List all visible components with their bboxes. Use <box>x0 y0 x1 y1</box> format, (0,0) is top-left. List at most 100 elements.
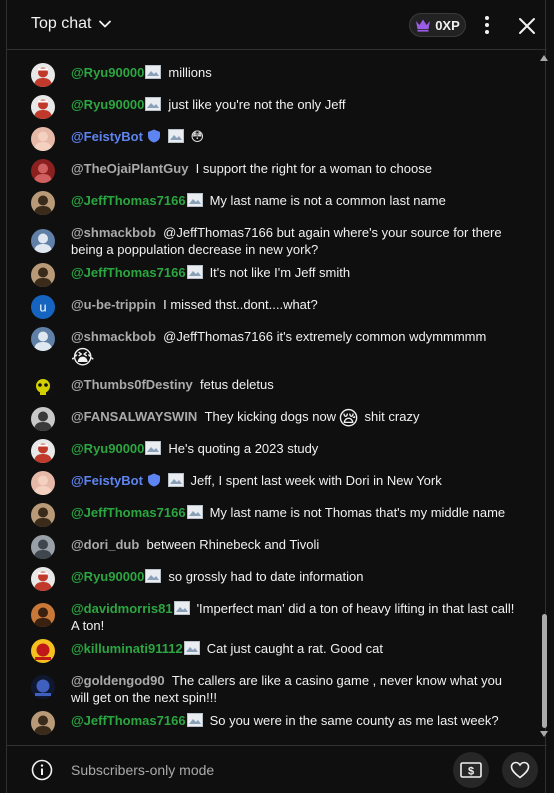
message-text: @JeffThomas7166 it's extremely common wd… <box>163 329 487 344</box>
message-text: I support the right for a woman to choos… <box>195 161 432 176</box>
message-content: @FeistyBot Jeff, I spent last week with … <box>71 472 521 489</box>
fighter-avatar-icon <box>31 63 55 87</box>
avatar[interactable] <box>31 603 55 627</box>
logo-avatar-icon <box>31 639 55 663</box>
xp-badge-button[interactable]: 0XP <box>409 13 466 37</box>
author-name[interactable]: @davidmorris81 <box>71 601 173 616</box>
dollar-ticket-icon: $ <box>460 762 482 778</box>
author-name[interactable]: @dori_dub <box>71 537 139 552</box>
member-badge-icon <box>186 713 203 727</box>
avatar[interactable] <box>31 407 55 431</box>
avatar[interactable] <box>31 535 55 559</box>
author-name[interactable]: @FANSALWAYSWIN <box>71 409 197 424</box>
chat-header: Top chat 0XP <box>7 0 547 50</box>
avatar[interactable] <box>31 229 55 253</box>
person-avatar-icon <box>31 191 55 215</box>
message-content: @davidmorris81 'Imperfect man' did a ton … <box>71 600 521 634</box>
author-name[interactable]: @JeffThomas7166 <box>71 713 186 728</box>
avatar[interactable] <box>31 375 55 399</box>
message-text: It's not like I'm Jeff smith <box>209 265 351 280</box>
person-avatar-icon <box>31 407 55 431</box>
svg-text:u: u <box>39 300 46 315</box>
more-options-button[interactable] <box>477 14 497 36</box>
message-content: @u-be-trippin I missed thst..dont....wha… <box>71 296 521 313</box>
svg-text:$: $ <box>468 766 474 778</box>
avatar[interactable] <box>31 63 55 87</box>
message-content: @killuminati91112 Cat just caught a rat. … <box>71 640 521 657</box>
author-name[interactable]: @TheOjaiPlantGuy <box>71 161 188 176</box>
message-content: @JeffThomas7166 So you were in the same c… <box>71 712 521 729</box>
message-content: @JeffThomas7166 My last name is not Thoma… <box>71 504 521 521</box>
message-content: @Ryu90000 so grossly had to date informat… <box>71 568 521 585</box>
member-badge-icon <box>186 505 203 519</box>
message-content: @TheOjaiPlantGuy I support the right for… <box>71 160 521 177</box>
avatar[interactable] <box>31 327 55 351</box>
avatar[interactable] <box>31 567 55 591</box>
message-text: so grossly had to date information <box>168 569 364 584</box>
person-avatar-icon <box>31 327 55 351</box>
author-name[interactable]: @FeistyBot <box>71 473 143 488</box>
message-content: @JeffThomas7166 It's not like I'm Jeff sm… <box>71 264 521 281</box>
info-icon[interactable] <box>31 759 53 781</box>
author-name[interactable]: @shmackbob <box>71 225 156 240</box>
close-icon[interactable] <box>516 15 538 37</box>
chat-message-list[interactable]: @Ryu90000 millions @Ryu90000 just like you'… <box>7 51 541 744</box>
message-content: @FeistyBot 😳 <box>71 128 521 145</box>
author-name[interactable]: @Ryu90000 <box>71 97 144 112</box>
author-name[interactable]: @u-be-trippin <box>71 297 156 312</box>
author-name[interactable]: @Ryu90000 <box>71 441 144 456</box>
letter-avatar-icon: u <box>31 295 55 319</box>
message-content: @shmackbob @JeffThomas7166 but again whe… <box>71 224 521 258</box>
message-content: @Ryu90000 He's quoting a 2023 study <box>71 440 521 457</box>
author-name[interactable]: @JeffThomas7166 <box>71 505 186 520</box>
skull-avatar-icon <box>31 375 55 399</box>
logo-avatar-icon <box>31 675 55 699</box>
avatar[interactable] <box>31 439 55 463</box>
message-text: just like you're not the only Jeff <box>168 97 346 112</box>
message-text: They kicking dogs now <box>204 409 337 424</box>
message-content: @JeffThomas7166 My last name is not a com… <box>71 192 521 209</box>
author-name[interactable]: @shmackbob <box>71 329 156 344</box>
author-name[interactable]: @FeistyBot <box>71 129 143 144</box>
avatar[interactable]: u <box>31 295 55 319</box>
author-name[interactable]: @JeffThomas7166 <box>71 193 186 208</box>
person-avatar-icon <box>31 127 55 151</box>
fighter-avatar-icon <box>31 567 55 591</box>
avatar[interactable] <box>31 471 55 495</box>
person-avatar-icon <box>31 159 55 183</box>
scroll-up-arrow-icon[interactable] <box>540 55 548 61</box>
heart-reaction-button[interactable] <box>502 752 538 788</box>
scrollbar-thumb[interactable] <box>542 614 547 728</box>
person-avatar-icon <box>31 471 55 495</box>
avatar[interactable] <box>31 639 55 663</box>
author-name[interactable]: @Ryu90000 <box>71 569 144 584</box>
avatar[interactable] <box>31 263 55 287</box>
avatar[interactable] <box>31 191 55 215</box>
moderator-shield-icon <box>147 473 160 487</box>
person-avatar-icon <box>31 711 55 735</box>
live-chat-panel: Top chat 0XP @Ryu90000 millions @Ryu90000 j… <box>6 0 548 793</box>
member-badge-icon <box>145 65 162 79</box>
chat-mode-selector[interactable]: Top chat <box>31 15 113 33</box>
kebab-dot <box>485 23 489 27</box>
chat-footer: Subscribers-only mode $ <box>7 745 547 793</box>
avatar[interactable] <box>31 711 55 735</box>
avatar[interactable] <box>31 127 55 151</box>
kebab-dot <box>485 30 489 34</box>
avatar[interactable] <box>31 675 55 699</box>
author-name[interactable]: @Thumbs0fDestiny <box>71 377 193 392</box>
scroll-down-arrow-icon[interactable] <box>540 731 548 737</box>
message-text: fetus deletus <box>199 377 274 392</box>
avatar[interactable] <box>31 95 55 119</box>
member-badge-icon <box>167 473 184 487</box>
avatar[interactable] <box>31 159 55 183</box>
author-name[interactable]: @killuminati91112 <box>71 641 183 656</box>
heart-icon <box>510 761 530 779</box>
avatar[interactable] <box>31 503 55 527</box>
author-name[interactable]: @JeffThomas7166 <box>71 265 186 280</box>
message-content: @shmackbob @JeffThomas7166 it's extremel… <box>71 328 521 371</box>
author-name[interactable]: @goldengod90 <box>71 673 165 688</box>
author-name[interactable]: @Ryu90000 <box>71 65 144 80</box>
chat-scrollbar[interactable] <box>540 51 548 744</box>
super-chat-button[interactable]: $ <box>453 752 489 788</box>
